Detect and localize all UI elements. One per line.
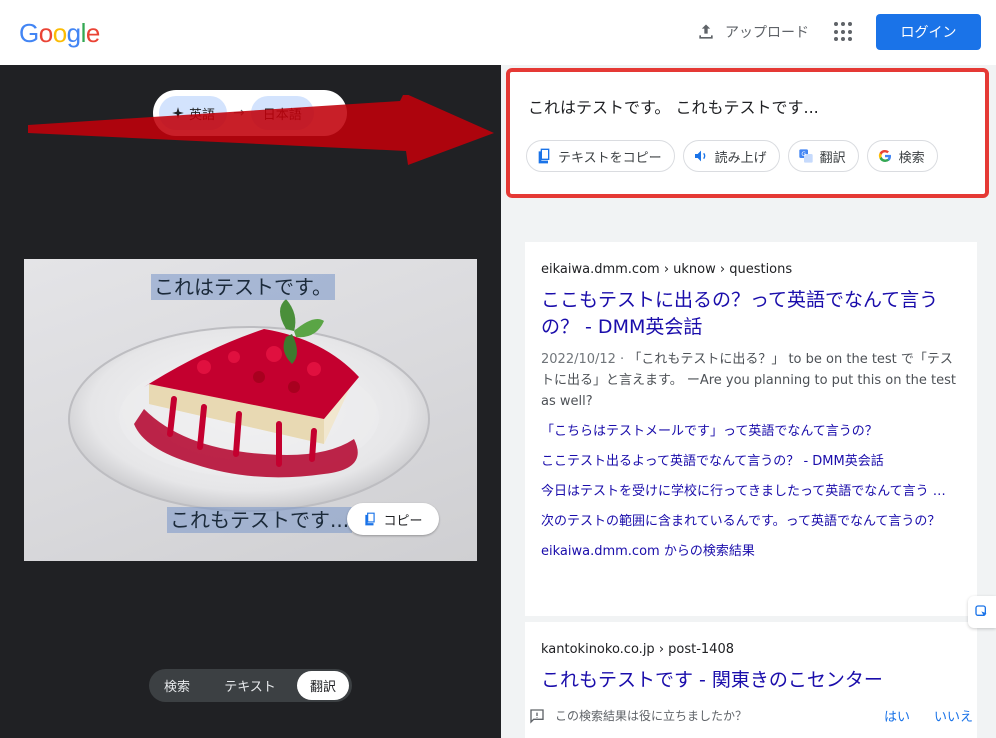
- related-link[interactable]: 次のテストの範囲に含まれているんです。って英語でなんて言うの？: [541, 511, 961, 532]
- source-language-label: 英語: [189, 107, 216, 123]
- feedback-bar: この検索結果は役に立ちましたか？ はい いいえ: [525, 693, 977, 738]
- upload-icon: [699, 24, 713, 39]
- ocr-text[interactable]: これはテストです。 これもテストです...: [528, 94, 819, 118]
- feedback-yes-button[interactable]: はい: [884, 706, 910, 725]
- ocr-text-card: これはテストです。 これもテストです... テキストをコピー 読み上げ G 翻訳: [506, 68, 989, 198]
- tab-search[interactable]: 検索: [151, 671, 203, 700]
- read-aloud-button[interactable]: 読み上げ: [682, 140, 780, 172]
- logo-letter: o: [38, 18, 53, 48]
- source-language-chip[interactable]: 英語: [159, 96, 228, 130]
- google-search-button[interactable]: 検索: [866, 140, 938, 172]
- target-language-chip[interactable]: 日本語: [250, 96, 314, 130]
- translate-label: 翻訳: [819, 150, 846, 166]
- logo-letter: e: [85, 18, 100, 48]
- speaker-icon: [694, 150, 705, 162]
- result-date: 2022/10/12 ·: [541, 352, 629, 367]
- language-arrow: →: [233, 105, 245, 121]
- result-breadcrumb[interactable]: eikaiwa.dmm.com › uknow › questions: [541, 262, 961, 282]
- copy-text-label: テキストをコピー: [558, 150, 662, 166]
- more-from-source-link[interactable]: eikaiwa.dmm.com からの検索結果: [541, 541, 961, 562]
- tab-translate[interactable]: 翻訳: [297, 671, 349, 700]
- result-breadcrumb[interactable]: kantokinoko.co.jp › post-1408: [541, 642, 961, 662]
- detected-text-1[interactable]: これはテストです。: [151, 274, 335, 300]
- copy-icon: [538, 148, 550, 164]
- login-button[interactable]: ログイン: [876, 14, 981, 50]
- result-card: eikaiwa.dmm.com › uknow › questions ここもテ…: [525, 242, 977, 616]
- target-language-label: 日本語: [262, 107, 302, 123]
- result-snippet: 2022/10/12 · 「これもテストに出る？」 to be on the t…: [541, 349, 961, 412]
- result-title[interactable]: ここもテストに出るの？って英語でなんて言うの？ - DMM英会話: [541, 287, 961, 341]
- sparkle-icon: [172, 107, 184, 119]
- cake-photo[interactable]: これはテストです。 これもテストです... コピー: [24, 259, 477, 561]
- translate-icon: G: [798, 149, 813, 163]
- related-link[interactable]: 今日はテストを受けに学校に行ってきましたって英語でなんて言う …: [541, 481, 961, 502]
- copy-chip[interactable]: コピー: [347, 503, 439, 535]
- search-label: 検索: [898, 150, 925, 166]
- feedback-question: この検索結果は役に立ちましたか？: [555, 709, 748, 723]
- feedback-icon: [530, 708, 544, 724]
- cursor-icon: [975, 605, 987, 616]
- lens-image-pane: 英語 → 日本語 これはテストです。 これもテストです... コピー 検索 テキ…: [0, 65, 501, 738]
- copy-text-button[interactable]: テキストをコピー: [526, 140, 675, 172]
- apps-grid-icon[interactable]: [834, 22, 854, 42]
- lens-mode-tabs: 検索 テキスト 翻訳: [149, 669, 352, 702]
- upload-label: アップロード: [725, 25, 809, 41]
- related-link[interactable]: ここテスト出るよって英語でなんて言うの？ - DMM英会話: [541, 451, 961, 472]
- copy-chip-label: コピー: [383, 513, 423, 529]
- logo-letter: o: [52, 18, 67, 48]
- top-header: Google アップロード ログイン: [0, 0, 996, 65]
- copy-icon: [365, 512, 376, 526]
- feedback-no-button[interactable]: いいえ: [934, 706, 973, 725]
- language-selector: 英語 → 日本語: [153, 90, 347, 136]
- tab-text[interactable]: テキスト: [203, 671, 297, 700]
- read-aloud-label: 読み上げ: [714, 150, 767, 166]
- translate-button[interactable]: G 翻訳: [787, 140, 859, 172]
- detected-text-2[interactable]: これもテストです...: [167, 507, 353, 533]
- ocr-action-bar: テキストをコピー 読み上げ G 翻訳 検索: [526, 140, 938, 172]
- search-results: eikaiwa.dmm.com › uknow › questions ここもテ…: [525, 242, 977, 695]
- results-pane: これはテストです。 これもテストです... テキストをコピー 読み上げ G 翻訳: [501, 65, 996, 738]
- upload-button[interactable]: アップロード: [696, 19, 809, 45]
- logo-letter: G: [19, 18, 39, 48]
- result-title[interactable]: これもテストです - 関東きのこセンター: [541, 667, 961, 694]
- google-logo[interactable]: Google: [19, 18, 100, 49]
- result-card: kantokinoko.co.jp › post-1408 これもテストです -…: [525, 622, 977, 695]
- svg-text:G: G: [801, 151, 806, 158]
- logo-letter: g: [66, 18, 81, 48]
- side-feedback-button[interactable]: [968, 596, 996, 628]
- google-g-icon: [878, 149, 891, 163]
- related-link[interactable]: 「こちらはテストメールです」って英語でなんて言うの？: [541, 421, 961, 442]
